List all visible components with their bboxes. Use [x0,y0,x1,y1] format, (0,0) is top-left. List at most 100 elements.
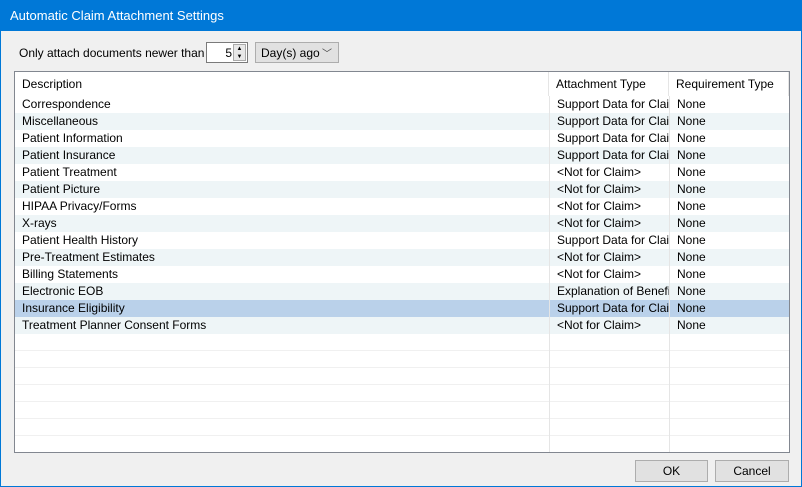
days-value[interactable]: 5 [225,46,232,60]
table-cell: None [669,215,789,232]
table-cell: None [669,113,789,130]
table-cell: Patient Insurance [22,148,116,162]
table-row[interactable]: Correspondence Support Data for Claim None [15,96,789,113]
table-cell: X-rays [22,216,57,230]
empty-cell [549,334,669,351]
table-row[interactable]: Treatment Planner Consent Forms <Not for … [15,317,789,334]
empty-cell [669,402,789,419]
empty-cell [669,351,789,368]
table-cell: Support Data for Claim [549,300,669,317]
empty-cell [15,334,549,351]
stepper-buttons[interactable]: ▲ ▼ [233,44,246,61]
table-cell: None [669,96,789,113]
empty-cell [669,436,789,452]
empty-cell [549,368,669,385]
table-row[interactable]: Patient Treatment <Not for Claim> None [15,164,789,181]
table-cell: Support Data for Claim [549,130,669,147]
empty-row [15,368,789,385]
empty-cell [15,385,549,402]
table-cell: Pre-Treatment Estimates [22,250,155,264]
table-row[interactable]: HIPAA Privacy/Forms <Not for Claim> None [15,198,789,215]
cancel-button[interactable]: Cancel [715,460,789,482]
table-cell: None [669,198,789,215]
column-header-requirement-type[interactable]: Requirement Type [669,72,789,96]
column-header-attachment-type[interactable]: Attachment Type [549,72,669,96]
table-row[interactable]: Billing Statements <Not for Claim> None [15,266,789,283]
empty-cell [549,436,669,452]
table-row[interactable]: Patient Information Support Data for Clai… [15,130,789,147]
table-cell: None [669,232,789,249]
table-cell: None [669,181,789,198]
empty-row [15,385,789,402]
table-row[interactable]: Pre-Treatment Estimates <Not for Claim> No… [15,249,789,266]
empty-row [15,351,789,368]
table-cell: None [669,249,789,266]
empty-cell [549,419,669,436]
table-cell: <Not for Claim> [549,317,669,334]
column-header-description[interactable]: Description [15,72,549,96]
ok-button[interactable]: OK [635,460,708,482]
table-cell: None [669,283,789,300]
empty-row [15,419,789,436]
table-row[interactable]: Insurance Eligibility Support Data for Cl… [15,300,789,317]
attachment-table[interactable]: ^ Description Attachment Type Requiremen… [14,71,790,453]
table-cell: Patient Health History [22,233,139,247]
table-cell: Miscellaneous [22,114,99,128]
table-cell: None [669,147,789,164]
table-cell: Support Data for Claim [549,147,669,164]
table-cell: Treatment Planner Consent Forms [22,318,207,332]
table-cell: Support Data for Claim [549,96,669,113]
empty-cell [669,334,789,351]
table-cell: Insurance Eligibility [22,301,125,315]
unit-value: Day(s) ago [261,46,320,60]
empty-cell [15,436,549,452]
empty-cell [549,385,669,402]
table-cell: Support Data for Claim [549,113,669,130]
filter-label: Only attach documents newer than : [19,46,212,60]
table-cell: Billing Statements [22,267,119,281]
table-cell: Explanation of Benefits [549,283,669,300]
arrow-down-icon[interactable]: ▼ [234,53,245,61]
arrow-up-icon[interactable]: ▲ [234,45,245,53]
empty-cell [669,419,789,436]
chevron-down-icon: ﹀ [322,49,332,60]
empty-cell [549,351,669,368]
table-cell: Electronic EOB [22,284,104,298]
table-cell: Correspondence [22,97,111,111]
empty-cell [15,402,549,419]
table-cell: <Not for Claim> [549,266,669,283]
table-row[interactable]: X-rays <Not for Claim> None [15,215,789,232]
table-cell: <Not for Claim> [549,215,669,232]
table-cell: <Not for Claim> [549,164,669,181]
table-cell: None [669,164,789,181]
table-cell: <Not for Claim> [549,198,669,215]
table-cell: <Not for Claim> [549,181,669,198]
empty-row [15,334,789,351]
table-row[interactable]: Patient Insurance Support Data for Claim N… [15,147,789,164]
table-cell: HIPAA Privacy/Forms [22,199,137,213]
table-cell: None [669,130,789,147]
table-cell: Patient Picture [22,182,101,196]
table-header: ^ Description Attachment Type Requiremen… [15,72,789,96]
table-row[interactable]: Patient Picture <Not for Claim> None [15,181,789,198]
empty-cell [15,351,549,368]
table-cell: Patient Information [22,131,123,145]
empty-cell [669,385,789,402]
table-row[interactable]: Electronic EOB Explanation of Benefits Non… [15,283,789,300]
empty-cell [669,368,789,385]
table-row[interactable]: Miscellaneous Support Data for Claim None [15,113,789,130]
unit-dropdown[interactable]: Day(s) ago ﹀ [255,42,339,63]
empty-row [15,436,789,452]
empty-cell [15,419,549,436]
table-cell: None [669,300,789,317]
table-cell: None [669,266,789,283]
table-cell: Patient Treatment [22,165,117,179]
empty-cell [549,402,669,419]
days-stepper[interactable]: 5 ▲ ▼ [206,42,248,63]
table-cell: Support Data for Claim [549,232,669,249]
table-cell: <Not for Claim> [549,249,669,266]
empty-cell [15,368,549,385]
table-row[interactable]: Patient Health History Support Data for C… [15,232,789,249]
empty-row [15,402,789,419]
title-bar: Automatic Claim Attachment Settings [1,1,801,31]
